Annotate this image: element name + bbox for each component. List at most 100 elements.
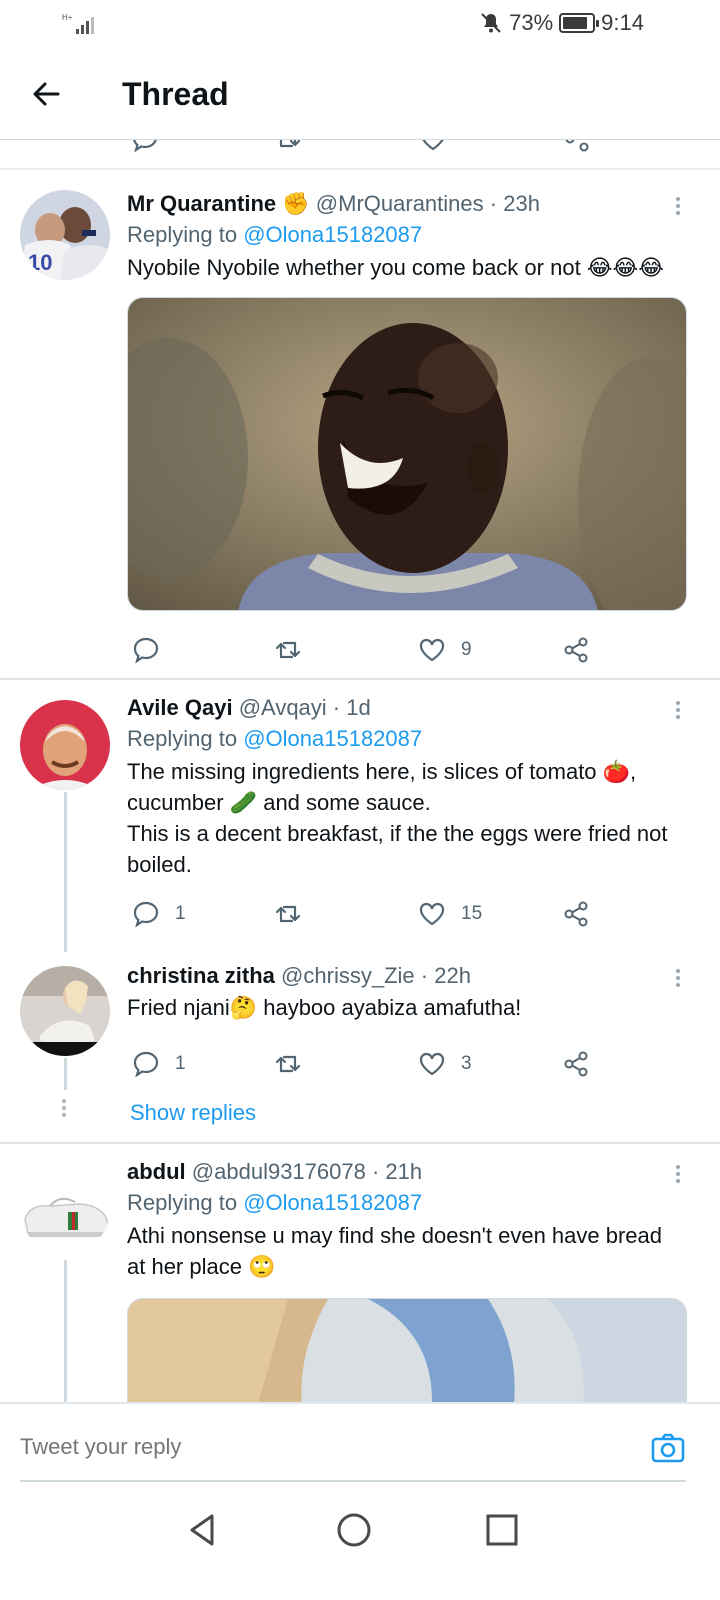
tweet-image[interactable] [127,297,687,611]
mute-bell-icon [481,13,501,33]
nav-back-icon[interactable] [182,1510,222,1550]
mention-link[interactable]: @Olona15182087 [243,726,422,751]
heart-icon [419,902,445,926]
reply-count: 1 [175,1053,186,1074]
heart-icon [419,1052,445,1076]
svg-text:H+: H+ [62,13,73,22]
share-icon[interactable] [562,140,592,154]
reply-composer [0,1402,720,1482]
tweet-content: abdul @abdul93176078 · 21h Replying to @… [127,1158,687,1282]
system-nav-bar [0,1482,720,1600]
display-name[interactable]: Avile Qayi [127,695,233,720]
user-handle[interactable]: @Avqayi [239,695,327,720]
avatar[interactable]: 10 [20,190,110,280]
tweet-item[interactable]: abdul @abdul93176078 · 21h Replying to @… [0,1144,720,1402]
battery-percent: 73% [509,10,554,35]
previous-tweet-actions [0,140,720,170]
reply-count: 1 [175,903,186,924]
share-button[interactable] [561,1044,591,1084]
reply-icon [133,901,159,928]
replying-to: Replying to @Olona15182087 [127,222,423,247]
thread-feed[interactable]: 10 Mr Quarantine ✊ @MrQuarantines · 23h … [0,140,720,1402]
retweet-icon [275,641,301,659]
more-options-icon[interactable] [666,698,690,722]
like-button[interactable]: 3 [417,1044,472,1084]
share-button[interactable] [561,630,591,670]
tweet-header: Mr Quarantine ✊ @MrQuarantines · 23h [127,191,540,216]
share-button[interactable] [561,894,591,934]
reply-icon [133,637,159,664]
tweet-header: Avile Qayi @Avqayi · 1d [127,695,371,720]
page-title: Thread [122,76,229,112]
tweet-text: Nyobile Nyobile whether you come back or… [127,255,664,280]
tweet-time[interactable]: 1d [346,695,370,720]
tweet-text: Fried njani🤔 hayboo ayabiza amafutha! [127,995,522,1020]
like-button[interactable]: 15 [417,894,482,934]
app-header: Thread [0,48,720,140]
reply-icon[interactable] [130,140,160,154]
tweet-text: The missing ingredients here, is slices … [127,759,668,877]
tweet-text: Athi nonsense u may find she doesn't eve… [127,1223,663,1279]
clock: 9:14 [601,10,644,35]
like-button[interactable]: 9 [417,630,472,670]
heart-icon[interactable] [418,140,448,154]
user-handle[interactable]: @abdul93176078 [192,1159,366,1184]
reply-input[interactable] [20,1434,580,1460]
display-name[interactable]: abdul [127,1159,186,1184]
like-count: 9 [461,639,472,660]
replying-to: Replying to @Olona15182087 [127,1190,423,1215]
tweet-item[interactable]: 10 Mr Quarantine ✊ @MrQuarantines · 23h … [0,170,720,680]
tweet-actions: 1 3 [127,1044,687,1084]
battery-icon [559,13,600,33]
like-count: 15 [461,903,483,924]
more-options-icon[interactable] [666,194,690,218]
user-handle[interactable]: @chrissy_Zie [281,963,415,988]
reply-button[interactable] [131,630,161,670]
nav-home-icon[interactable] [334,1510,374,1550]
retweet-button[interactable] [273,894,303,934]
show-replies-link[interactable]: Show replies [130,1100,256,1126]
nav-recents-icon[interactable] [482,1510,522,1550]
tweet-item[interactable]: Avile Qayi @Avqayi · 1d Replying to @Olo… [0,680,720,952]
signal-icon: H+ [62,13,94,34]
tweet-actions: 1 15 [127,894,687,934]
avatar[interactable] [20,966,110,1056]
avatar[interactable] [20,1164,110,1254]
like-count: 3 [461,1053,472,1074]
heart-icon [419,638,445,662]
tweet-item[interactable]: christina zitha @chrissy_Zie · 22h Fried… [0,950,720,1140]
tweet-time[interactable]: 21h [385,1159,422,1184]
thread-dots [62,1096,68,1120]
tweet-header: christina zitha @chrissy_Zie · 22h [127,963,471,988]
back-arrow-icon[interactable] [28,76,64,112]
mention-link[interactable]: @Olona15182087 [243,222,422,247]
reply-button[interactable]: 1 [131,894,186,934]
tweet-time[interactable]: 22h [434,963,471,988]
tweet-image[interactable] [127,1298,687,1402]
user-handle[interactable]: @MrQuarantines [316,191,484,216]
retweet-icon [275,1055,301,1073]
replying-to: Replying to @Olona15182087 [127,726,423,751]
camera-icon[interactable] [650,1430,686,1466]
tweet-time[interactable]: 23h [503,191,540,216]
share-icon [564,1051,588,1077]
retweet-button[interactable] [273,630,303,670]
retweet-button[interactable] [273,1044,303,1084]
thread-connector [64,1058,67,1090]
display-name[interactable]: Mr Quarantine [127,191,276,216]
display-name[interactable]: christina zitha [127,963,275,988]
retweet-icon [275,905,301,923]
retweet-icon[interactable] [273,140,303,154]
more-options-icon[interactable] [666,966,690,990]
mention-link[interactable]: @Olona15182087 [243,1190,422,1215]
more-options-icon[interactable] [666,1162,690,1186]
avatar[interactable] [20,700,110,790]
svg-text:10: 10 [28,250,52,275]
tweet-content: Mr Quarantine ✊ @MrQuarantines · 23h Rep… [127,190,687,283]
thread-connector [64,792,67,952]
share-icon [564,637,588,663]
share-icon [564,901,588,927]
tweet-actions: 9 [127,630,687,670]
tweet-content: christina zitha @chrissy_Zie · 22h Fried… [127,962,687,1023]
reply-button[interactable]: 1 [131,1044,186,1084]
